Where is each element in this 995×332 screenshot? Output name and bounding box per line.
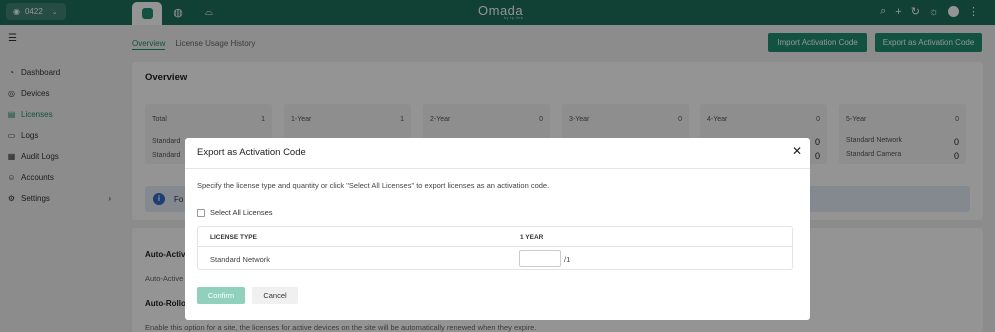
quantity-input[interactable] bbox=[519, 250, 561, 267]
select-all-label: Select All Licenses bbox=[210, 208, 273, 217]
license-type-cell: Standard Network bbox=[210, 255, 271, 264]
confirm-button[interactable]: Confirm bbox=[197, 287, 245, 304]
dialog-title: Export as Activation Code bbox=[197, 147, 306, 158]
quantity-max: /1 bbox=[564, 255, 571, 264]
column-license-type: LICENSE TYPE bbox=[210, 234, 257, 241]
column-1-year: 1 YEAR bbox=[520, 234, 544, 241]
dialog-description: Specify the license type and quantity or… bbox=[197, 181, 550, 190]
dialog-divider bbox=[185, 168, 810, 169]
close-icon[interactable]: ✕ bbox=[792, 144, 802, 158]
select-all-checkbox[interactable] bbox=[197, 208, 205, 217]
license-table-header: LICENSE TYPE 1 YEAR bbox=[198, 227, 792, 247]
export-activation-code-dialog: Export as Activation Code ✕ Specify the … bbox=[185, 138, 810, 320]
select-all-licenses[interactable]: Select All Licenses bbox=[197, 208, 273, 217]
license-table: LICENSE TYPE 1 YEAR Standard Network /1 bbox=[197, 226, 793, 270]
cancel-button[interactable]: Cancel bbox=[252, 287, 298, 304]
